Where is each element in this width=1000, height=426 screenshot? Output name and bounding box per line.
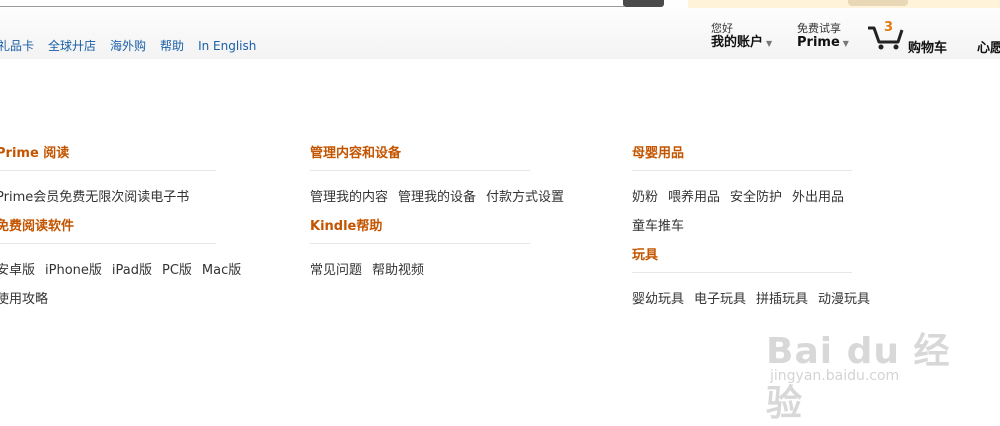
link-iphone[interactable]: iPhone版 (45, 256, 102, 285)
column-baby-toys: 母婴用品 奶粉 喂养用品 安全防护 外出用品童车推车 玩具 婴幼玩具 电子玩具 拼插玩具动… (632, 145, 892, 314)
link-strollers[interactable]: 童车推车 (632, 212, 684, 241)
nav-link-english[interactable]: In English (198, 39, 256, 53)
prime-menu[interactable]: 免费试享 Prime ▼ (797, 22, 849, 52)
nav-link-overseas[interactable]: 海外购 (110, 37, 146, 54)
link-help-videos[interactable]: 帮助视频 (372, 256, 424, 285)
top-nav-bar: 礼品卡 全球廾店 海外购 帮助 In English 您好 我的账户 ▼ 免费试享 Pri… (0, 0, 1000, 59)
promo-image (848, 0, 908, 6)
nav-link-help[interactable]: 帮助 (160, 37, 184, 54)
search-input[interactable] (0, 0, 624, 7)
link-guide[interactable]: 使用攻略 (0, 285, 48, 314)
link-building-toys[interactable]: 拼插玩具 (756, 285, 808, 314)
link-list: 婴幼玩具 电子玩具 拼插玩具 动漫玩具 (632, 285, 902, 314)
link-faq[interactable]: 常见问题 (310, 256, 362, 285)
section-toys: 玩具 婴幼玩具 电子玩具 拼插玩具 动漫玩具 (632, 247, 892, 314)
cart-label: 购物车 (908, 41, 948, 56)
section-title[interactable]: Prime 阅读 (0, 145, 216, 171)
column-kindle-reading: Prime 阅读 Prime会员免费无限次阅读电子书 免费阅读软件 安卓版 iPh… (0, 145, 256, 314)
link-anime-toys[interactable]: 动漫玩具 (818, 285, 870, 314)
link-feeding[interactable]: 喂养用品 (668, 183, 720, 212)
section-title[interactable]: 管理内容和设备 (310, 145, 530, 171)
promo-banner[interactable] (688, 0, 1000, 8)
link-mac[interactable]: Mac版 (202, 256, 241, 285)
wishlist-link[interactable]: 心愿 (977, 37, 1000, 56)
nav-link-global-store[interactable]: 全球廾店 (48, 37, 96, 54)
section-title[interactable]: 母婴用品 (632, 145, 852, 171)
search-button[interactable] (623, 0, 664, 7)
link-infant-toys[interactable]: 婴幼玩具 (632, 285, 684, 314)
link-pc[interactable]: PC版 (162, 256, 192, 285)
link-outdoor[interactable]: 外出用品 (792, 183, 844, 212)
cart-count: 3 (884, 20, 894, 35)
link-formula[interactable]: 奶粉 (632, 183, 658, 212)
section-title[interactable]: 免费阅读软件 (0, 218, 216, 244)
link-list: 安卓版 iPhone版 iPad版 PC版 Mac版使用攻略 (0, 256, 266, 314)
section-manage-content: 管理内容和设备 管理我的内容 管理我的设备 付款方式设置 (310, 145, 570, 212)
link-payment-settings[interactable]: 付款方式设置 (486, 183, 564, 212)
link-ipad[interactable]: iPad版 (112, 256, 152, 285)
link-list: Prime会员免费无限次阅读电子书 (0, 183, 266, 212)
link-manage-devices[interactable]: 管理我的设备 (398, 183, 476, 212)
link-electronic-toys[interactable]: 电子玩具 (694, 285, 746, 314)
nav-link-gift-card[interactable]: 礼品卡 (0, 37, 34, 54)
account-label: 我的账户 (711, 35, 764, 50)
prime-trial-text: 免费试享 (797, 22, 841, 35)
link-manage-content[interactable]: 管理我的内容 (310, 183, 388, 212)
account-menu[interactable]: 您好 我的账户 ▼ (711, 22, 772, 52)
account-greeting: 您好 (711, 22, 733, 35)
baidu-watermark: Bai du 经验 jingyan.baidu.com (760, 300, 980, 424)
link-prime-ebooks[interactable]: Prime会员免费无限次阅读电子书 (0, 183, 189, 212)
section-free-reading-apps: 免费阅读软件 安卓版 iPhone版 iPad版 PC版 Mac版使用攻略 (0, 218, 256, 314)
chevron-down-icon: ▼ (842, 39, 849, 48)
section-baby-products: 母婴用品 奶粉 喂养用品 安全防护 外出用品童车推车 (632, 145, 892, 241)
cart-button[interactable]: 3 购物车 (866, 20, 961, 56)
link-list: 常见问题 帮助视频 (310, 256, 580, 285)
watermark-brand: Bai du 经验 (766, 331, 951, 424)
link-safety[interactable]: 安全防护 (730, 183, 782, 212)
section-kindle-help: Kindle帮助 常见问题 帮助视频 (310, 218, 570, 285)
section-title[interactable]: Kindle帮助 (310, 218, 530, 244)
column-content-devices: 管理内容和设备 管理我的内容 管理我的设备 付款方式设置 Kindle帮助 常见问题… (310, 145, 570, 285)
link-android[interactable]: 安卓版 (0, 256, 35, 285)
watermark-url: jingyan.baidu.com (770, 368, 900, 384)
link-list: 管理我的内容 管理我的设备 付款方式设置 (310, 183, 580, 212)
section-title[interactable]: 玩具 (632, 247, 852, 273)
section-prime-reading: Prime 阅读 Prime会员免费无限次阅读电子书 (0, 145, 256, 212)
prime-label: Prime (797, 35, 840, 50)
link-list: 奶粉 喂养用品 安全防护 外出用品童车推车 (632, 183, 902, 241)
chevron-down-icon: ▼ (766, 39, 773, 48)
nav-links: 礼品卡 全球廾店 海外购 帮助 In English (0, 37, 270, 53)
